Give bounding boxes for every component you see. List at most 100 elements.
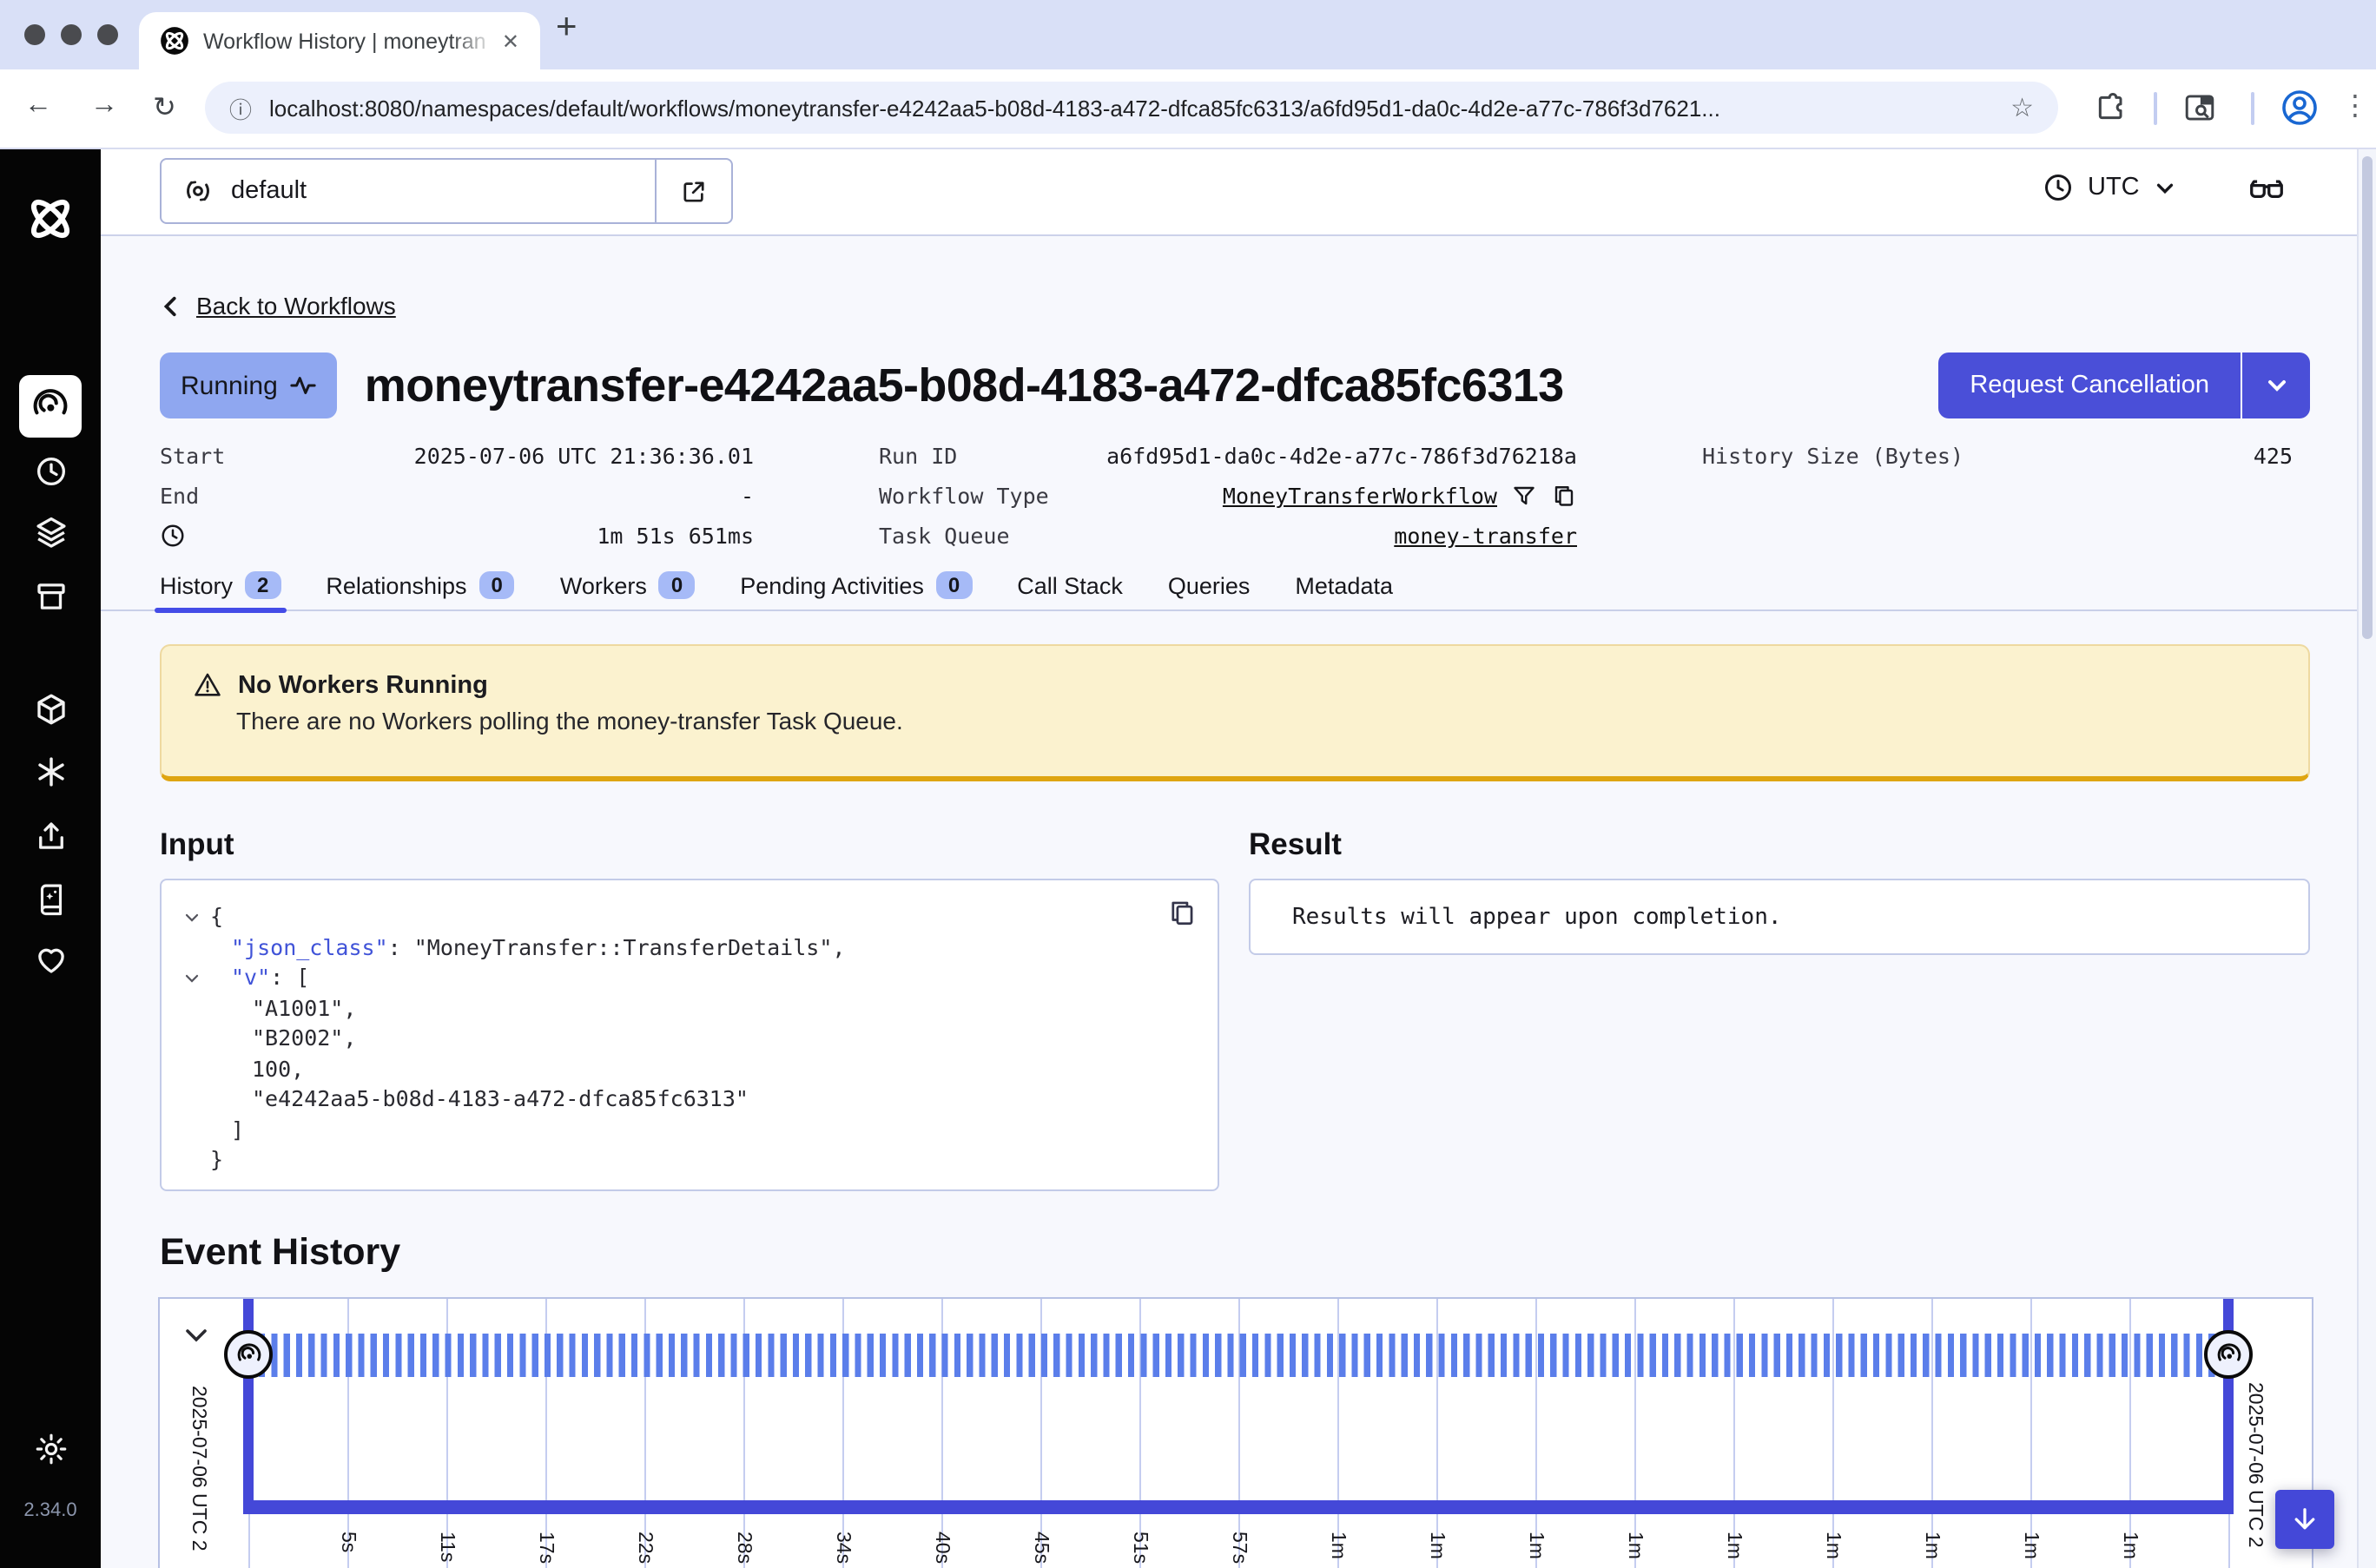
timeline-tick-label: 1m [1525, 1532, 1546, 1559]
timeline-tick-label: 45s [1030, 1532, 1051, 1564]
window-minimize-button[interactable] [61, 24, 82, 45]
browser-tabstrip: Workflow History | moneytran ✕ + [0, 0, 2376, 69]
timeline-tick-label: 40s [931, 1532, 952, 1564]
start-value: 2025-07-06 UTC 21:36:36.01 [414, 443, 754, 469]
theme-toggle-sun-icon[interactable] [0, 1431, 101, 1467]
workflow-details-grid: Start2025-07-06 UTC 21:36:36.01 End- 1m … [160, 436, 2310, 556]
bookmark-star-icon[interactable]: ☆ [2010, 92, 2034, 123]
history-size-label: History Size (Bytes) [1702, 443, 1964, 469]
site-info-icon[interactable]: ⓘ [229, 91, 252, 124]
tab-metadata[interactable]: Metadata [1295, 573, 1393, 609]
window-maximize-button[interactable] [97, 24, 118, 45]
tab-queries[interactable]: Queries [1168, 573, 1251, 609]
browser-tab-title: Workflow History | moneytran [203, 29, 495, 53]
chevron-left-icon [160, 294, 182, 317]
back-to-workflows-link[interactable]: Back to Workflows [160, 292, 396, 320]
sidebar-item-batch-operations[interactable] [0, 578, 101, 615]
timeline-tick-label: 1m [1624, 1532, 1645, 1559]
workflow-type-label: Workflow Type [879, 483, 1049, 509]
timeline-tick-label: 22s [634, 1532, 655, 1564]
timeline-tick-label: 1m [1327, 1532, 1348, 1559]
request-cancellation-button[interactable]: Request Cancellation [1938, 352, 2242, 418]
timezone-selector[interactable]: UTC [2043, 172, 2176, 203]
status-badge: Running [160, 352, 337, 418]
tab-workers[interactable]: Workers0 [560, 571, 695, 609]
namespace-name: default [231, 177, 307, 205]
page-title: moneytransfer-e4242aa5-b08d-4183-a472-df… [365, 359, 1911, 412]
warning-title: No Workers Running [238, 671, 488, 699]
workflow-tabs: History2 Relationships0 Workers0 Pending… [101, 571, 2359, 611]
sidebar-item-workflows[interactable] [19, 375, 82, 438]
chevron-down-icon [2154, 176, 2176, 199]
copy-input-button[interactable] [1167, 898, 1197, 927]
latest-event-icon[interactable] [2204, 1330, 2253, 1379]
timeline-tick-label: 1m [2119, 1532, 2140, 1559]
input-json-viewer: { "json_class": "MoneyTransfer::Transfer… [160, 879, 1219, 1191]
sidebar-item-nexus[interactable] [0, 754, 101, 790]
duration-value: 1m 51s 651ms [597, 523, 754, 549]
window-controls [24, 24, 118, 45]
result-placeholder: Results will appear upon completion. [1249, 879, 2310, 955]
task-queue-label: Task Queue [879, 523, 1010, 549]
reload-icon[interactable]: ↻ [153, 90, 176, 125]
timeline-baseline [243, 1500, 2234, 1514]
tab-history[interactable]: History2 [160, 571, 280, 609]
timeline-tick-label: 1m [1723, 1532, 1744, 1559]
profile-icon[interactable] [2279, 87, 2320, 128]
forward-icon[interactable]: → [90, 90, 118, 122]
browser-window: Workflow History | moneytran ✕ + ← → ↻ ⓘ… [0, 0, 2376, 1568]
timeline-tick-label: 1m [1822, 1532, 1843, 1559]
scrollbar-thumb[interactable] [2362, 156, 2373, 639]
sidebar-item-import[interactable] [0, 818, 101, 854]
url-text: localhost:8080/namespaces/default/workfl… [269, 95, 1993, 121]
tab-call-stack[interactable]: Call Stack [1017, 573, 1123, 609]
input-heading: Input [160, 827, 1219, 865]
copy-icon[interactable] [1551, 483, 1577, 509]
tab-close-icon[interactable]: ✕ [495, 25, 526, 56]
window-close-button[interactable] [24, 24, 45, 45]
url-bar[interactable]: ⓘ localhost:8080/namespaces/default/work… [205, 82, 2058, 134]
browser-menu-icon[interactable]: ⋮ [2341, 89, 2369, 123]
timeline-tick-label: 17s [535, 1532, 556, 1564]
tab-search-icon[interactable] [2181, 90, 2218, 125]
sidebar-item-namespaces[interactable] [0, 691, 101, 728]
tab-pending-activities[interactable]: Pending Activities0 [740, 571, 972, 609]
sidebar-item-feedback[interactable] [0, 941, 101, 978]
end-value: - [741, 483, 754, 509]
labs-glasses-icon[interactable] [2247, 174, 2286, 208]
event-history-heading: Event History [160, 1231, 2310, 1276]
collapse-caret-icon[interactable] [175, 962, 207, 992]
scroll-to-bottom-button[interactable] [2275, 1490, 2334, 1549]
page-scrollbar[interactable] [2357, 149, 2376, 1568]
filter-icon[interactable] [1511, 483, 1537, 509]
timezone-label: UTC [2088, 174, 2140, 201]
workflow-started-event-icon[interactable] [224, 1330, 273, 1379]
temporal-sidebar: 2.34.0 [0, 149, 101, 1568]
namespace-icon [182, 175, 214, 207]
duration-clock-icon [160, 523, 186, 549]
browser-tab[interactable]: Workflow History | moneytran ✕ [139, 12, 540, 69]
history-size-value: 425 [2254, 443, 2293, 469]
end-label: End [160, 483, 199, 509]
task-queue-link[interactable]: money-transfer [1394, 523, 1577, 549]
sidebar-item-docs[interactable] [0, 880, 101, 917]
cancellation-options-dropdown[interactable] [2242, 352, 2310, 418]
timeline-tick-label: 1m [1426, 1532, 1447, 1559]
timeline-collapse-chevron-icon[interactable] [182, 1321, 210, 1349]
workflow-detail-page: Back to Workflows Running moneytransfer-… [101, 234, 2359, 1568]
app-version: 2.34.0 [0, 1500, 101, 1521]
new-tab-button[interactable]: + [556, 7, 578, 49]
timeline-end-date: 2025-07-06 UTC 2 [2244, 1382, 2265, 1548]
tab-relationships[interactable]: Relationships0 [326, 571, 514, 609]
timeline-tick-label: 51s [1129, 1532, 1150, 1564]
collapse-caret-icon[interactable] [175, 901, 207, 932]
namespace-selector[interactable]: default [160, 158, 733, 224]
back-icon[interactable]: ← [24, 90, 52, 122]
sidebar-item-schedules[interactable] [0, 453, 101, 490]
sidebar-item-deployments[interactable] [0, 514, 101, 550]
namespace-external-link-button[interactable] [655, 160, 731, 222]
workflow-type-link[interactable]: MoneyTransferWorkflow [1223, 483, 1497, 509]
extensions-icon[interactable] [2093, 90, 2128, 125]
temporal-logo-icon[interactable] [0, 189, 101, 248]
timeline-tick-label: 11s [436, 1532, 457, 1562]
